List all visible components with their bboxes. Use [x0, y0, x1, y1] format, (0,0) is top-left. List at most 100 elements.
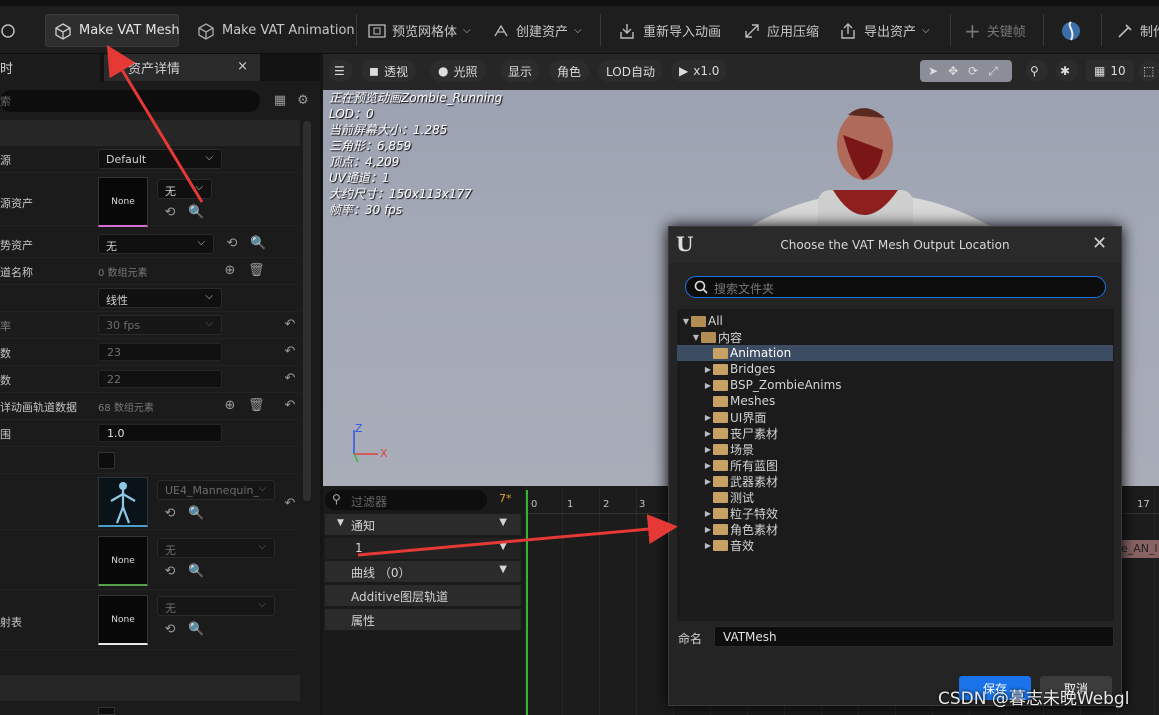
- track-curves[interactable]: 曲线 （0） ▼: [325, 561, 521, 582]
- select-icon[interactable]: ➤: [928, 64, 938, 78]
- track-attributes[interactable]: 属性: [325, 609, 521, 630]
- bones-icon[interactable]: ✱: [1056, 60, 1078, 82]
- prop-combo[interactable]: 无 ⌵: [98, 234, 214, 254]
- use-selected-icon[interactable]: ⟲: [162, 506, 178, 522]
- chevron-down-icon[interactable]: ▼: [499, 564, 507, 575]
- reset-icon[interactable]: ↶: [282, 344, 298, 360]
- chevron-right-icon[interactable]: ▶: [703, 381, 713, 390]
- asset-thumbnail[interactable]: None: [98, 177, 148, 227]
- tree-item-all[interactable]: ▼ All: [677, 313, 1113, 329]
- make-vat-animation-button[interactable]: Make VAT Animation: [196, 14, 355, 47]
- grid-view-icon[interactable]: ▦: [272, 93, 288, 109]
- reset-icon[interactable]: ↶: [282, 317, 298, 333]
- prop-combo[interactable]: UE4_Mannequin_ ⌵: [157, 480, 275, 500]
- checkbox[interactable]: [98, 707, 115, 715]
- maximize-icon[interactable]: ⬚: [1139, 60, 1159, 82]
- apply-compression-button[interactable]: 应用压缩: [743, 14, 819, 47]
- chevron-right-icon[interactable]: ▶: [703, 477, 713, 486]
- chevron-right-icon[interactable]: ▶: [703, 413, 713, 422]
- chevron-down-icon[interactable]: ▼: [681, 317, 691, 326]
- export-asset-dropdown[interactable]: 导出资产 ⌵: [838, 14, 930, 47]
- browse-icon[interactable]: 🔍: [250, 236, 266, 252]
- tree-item-test[interactable]: 测试: [677, 489, 1113, 505]
- chevron-right-icon[interactable]: ▶: [703, 541, 713, 550]
- tree-item-weapons[interactable]: ▶ 武器素材: [677, 473, 1113, 489]
- playback-speed-button[interactable]: ▶ x1.0: [671, 60, 728, 82]
- add-element-icon[interactable]: ⊕: [222, 398, 238, 414]
- use-selected-icon[interactable]: ⟲: [224, 236, 240, 252]
- chevron-right-icon[interactable]: ▶: [703, 365, 713, 374]
- scale-icon[interactable]: ⤢: [988, 64, 998, 79]
- prop-number[interactable]: 1.0: [98, 424, 222, 442]
- chevron-right-icon[interactable]: ▶: [703, 445, 713, 454]
- tab-asset-details[interactable]: 资产详情 ×: [104, 54, 260, 81]
- use-selected-icon[interactable]: ⟲: [162, 205, 178, 221]
- prop-combo[interactable]: Default ⌵: [98, 149, 222, 169]
- tree-item-animation[interactable]: Animation: [677, 345, 1113, 361]
- close-icon[interactable]: ×: [237, 59, 248, 74]
- playhead[interactable]: [526, 490, 528, 715]
- preview-mesh-dropdown[interactable]: 预览网格体 ⌵: [368, 14, 471, 47]
- scrollbar[interactable]: [303, 121, 311, 501]
- grid-snap-button[interactable]: ▦ 10: [1086, 60, 1134, 82]
- track-notify-1[interactable]: 1 ▼: [325, 538, 521, 559]
- tree-item-scenes[interactable]: ▶ 场景: [677, 441, 1113, 457]
- name-input[interactable]: VATMesh: [714, 626, 1114, 647]
- prop-combo[interactable]: 30 fps ⌵: [98, 315, 222, 335]
- prop-combo[interactable]: 无 ⌵: [157, 179, 212, 199]
- character-button[interactable]: 角色: [549, 60, 590, 82]
- checkbox[interactable]: [98, 452, 115, 469]
- track-notifies[interactable]: ▼ 通知 ▼: [325, 514, 521, 535]
- tab-partial[interactable]: 时: [0, 54, 100, 81]
- tree-item-meshes[interactable]: Meshes: [677, 393, 1113, 409]
- reset-icon[interactable]: ↶: [282, 371, 298, 387]
- show-button[interactable]: 显示: [500, 60, 541, 82]
- globe-icon[interactable]: [1060, 14, 1082, 47]
- tree-item-bridges[interactable]: ▶ Bridges: [677, 361, 1113, 377]
- move-icon[interactable]: ✥: [948, 64, 958, 78]
- close-icon[interactable]: ✕: [1092, 233, 1107, 254]
- prop-combo[interactable]: 无 ⌵: [157, 596, 275, 616]
- details-search-input[interactable]: 索: [0, 90, 260, 112]
- asset-thumbnail[interactable]: None: [98, 595, 148, 645]
- chevron-down-icon[interactable]: ▼: [499, 517, 507, 528]
- tree-item-zombie-assets[interactable]: ▶ 丧尸素材: [677, 425, 1113, 441]
- perspective-button[interactable]: ◼ 透视: [361, 60, 416, 82]
- make-button[interactable]: 制作: [1116, 14, 1159, 47]
- tree-item-bsp-zombieanims[interactable]: ▶ BSP_ZombieAnims: [677, 377, 1113, 393]
- tree-item-audio[interactable]: ▶ 音效: [677, 537, 1113, 553]
- chevron-down-icon[interactable]: ▼: [499, 541, 507, 552]
- make-vat-mesh-button[interactable]: Make VAT Mesh: [45, 14, 180, 47]
- use-selected-icon[interactable]: ⟲: [162, 564, 178, 580]
- chevron-right-icon[interactable]: ▶: [703, 429, 713, 438]
- section-header[interactable]: [0, 675, 300, 701]
- tree-item-ui[interactable]: ▶ UI界面: [677, 409, 1113, 425]
- section-header[interactable]: [0, 120, 300, 146]
- create-asset-dropdown[interactable]: 创建资产 ⌵: [492, 14, 582, 47]
- lod-button[interactable]: LOD自动: [598, 60, 663, 82]
- tree-item-blueprints[interactable]: ▶ 所有蓝图: [677, 457, 1113, 473]
- keyframe-button[interactable]: + 关键帧: [964, 14, 1026, 47]
- use-selected-icon[interactable]: ⟲: [162, 622, 178, 638]
- browse-icon[interactable]: 🔍: [188, 564, 204, 580]
- reimport-animation-button[interactable]: 重新导入动画: [617, 14, 721, 47]
- trash-icon[interactable]: 🗑: [248, 263, 265, 279]
- skeleton-thumbnail[interactable]: [98, 477, 148, 527]
- gear-icon[interactable]: ⚙: [295, 93, 311, 109]
- menu-icon[interactable]: ☰: [329, 60, 353, 82]
- reset-icon[interactable]: ↶: [282, 496, 298, 512]
- tree-item-characters[interactable]: ▶ 角色素材: [677, 521, 1113, 537]
- trash-icon[interactable]: 🗑: [248, 398, 265, 414]
- notify-clip[interactable]: e_AN_l: [1119, 540, 1159, 558]
- mesh-icon[interactable]: [0, 14, 18, 47]
- tree-item-content[interactable]: ▼ 内容: [677, 329, 1113, 345]
- tree-item-particles[interactable]: ▶ 粒子特效: [677, 505, 1113, 521]
- chevron-right-icon[interactable]: ▶: [703, 461, 713, 470]
- rotate-icon[interactable]: ⟳: [968, 64, 978, 78]
- lighting-button[interactable]: ● 光照: [430, 60, 486, 82]
- snap-icon[interactable]: ⚲: [1026, 60, 1048, 82]
- browse-icon[interactable]: 🔍: [188, 622, 204, 638]
- prop-combo[interactable]: 线性 ⌵: [98, 288, 222, 308]
- transform-tools[interactable]: ➤ ✥ ⟳ ⤢: [920, 60, 1012, 82]
- track-additive[interactable]: Additive图层轨道: [325, 585, 521, 606]
